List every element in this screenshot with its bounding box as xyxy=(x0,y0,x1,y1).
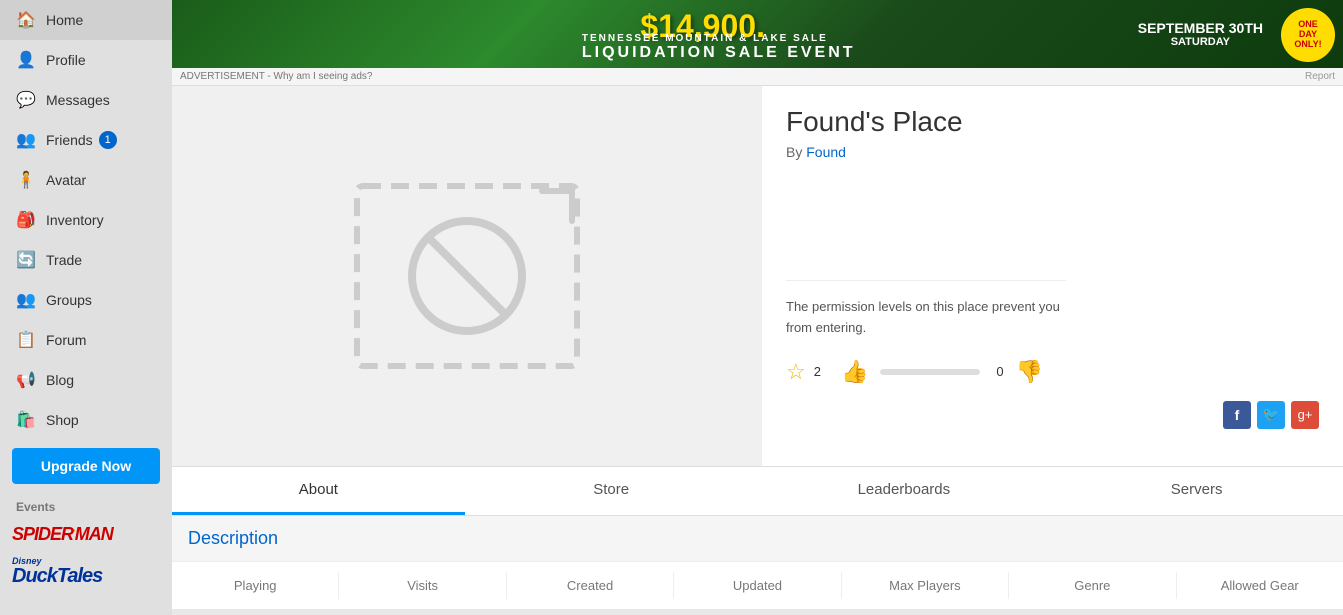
tab-store[interactable]: Store xyxy=(465,467,758,515)
place-by: By Found xyxy=(786,144,1319,160)
stat-created: Created xyxy=(507,572,674,599)
place-container: Found's Place By Found The permission le… xyxy=(172,86,1343,609)
star-icon: ☆ xyxy=(786,359,806,385)
ad-oneday-badge: ONE DAY ONLY! xyxy=(1281,8,1335,62)
social-icons: f 🐦 g+ xyxy=(786,401,1319,429)
thumb-down-count: 0 xyxy=(996,364,1003,379)
description-section: Description xyxy=(172,516,1343,561)
place-actions: ☆ 2 👍 0 👎 xyxy=(786,359,1319,385)
ad-report-button[interactable]: Report xyxy=(1305,71,1335,82)
place-image xyxy=(172,86,762,466)
sidebar-item-blog[interactable]: 📢 Blog xyxy=(0,360,172,400)
sidebar-item-trade[interactable]: 🔄 Trade xyxy=(0,240,172,280)
stat-visits: Visits xyxy=(339,572,506,599)
sidebar-item-forum[interactable]: 📋 Forum xyxy=(0,320,172,360)
ad-banner: $14,900. TENNESSEE MOUNTAIN & LAKE SALE … xyxy=(172,0,1343,68)
main-content: $14,900. TENNESSEE MOUNTAIN & LAKE SALE … xyxy=(172,0,1343,615)
stat-updated: Updated xyxy=(674,572,841,599)
stat-genre: Genre xyxy=(1009,572,1176,599)
ducktales-event[interactable]: Disney DuckTales xyxy=(0,551,172,592)
forum-icon: 📋 xyxy=(16,330,36,350)
messages-icon: 💬 xyxy=(16,90,36,110)
ad-sale-text: TENNESSEE MOUNTAIN & LAKE SALE LIQUIDATI… xyxy=(582,33,856,62)
sidebar: 🏠 Home 👤 Profile 💬 Messages 👥 Friends 1 … xyxy=(0,0,172,615)
tab-leaderboards[interactable]: Leaderboards xyxy=(758,467,1051,515)
stat-allowed-gear: Allowed Gear xyxy=(1177,572,1343,599)
friends-icon: 👥 xyxy=(16,130,36,150)
thumb-up-icon[interactable]: 👍 xyxy=(841,359,868,385)
thumb-down-icon[interactable]: 👎 xyxy=(1016,359,1043,385)
googleplus-share-button[interactable]: g+ xyxy=(1291,401,1319,429)
sidebar-item-inventory[interactable]: 🎒 Inventory xyxy=(0,200,172,240)
friends-badge: 1 xyxy=(99,131,117,149)
no-image-placeholder xyxy=(347,176,587,376)
vote-bar xyxy=(880,369,980,375)
star-count: 2 xyxy=(814,364,821,379)
sidebar-item-friends[interactable]: 👥 Friends 1 xyxy=(0,120,172,160)
sidebar-item-messages[interactable]: 💬 Messages xyxy=(0,80,172,120)
description-title: Description xyxy=(188,528,1327,549)
sidebar-item-groups[interactable]: 👥 Groups xyxy=(0,280,172,320)
ad-september: SEPTEMBER 30TH SATURDAY xyxy=(1138,20,1263,48)
sidebar-item-shop[interactable]: 🛍️ Shop xyxy=(0,400,172,440)
shop-icon: 🛍️ xyxy=(16,410,36,430)
tabs-bar: About Store Leaderboards Servers xyxy=(172,466,1343,516)
place-author-link[interactable]: Found xyxy=(806,144,846,160)
place-permission-text: The permission levels on this place prev… xyxy=(786,280,1066,339)
trade-icon: 🔄 xyxy=(16,250,36,270)
tab-servers[interactable]: Servers xyxy=(1050,467,1343,515)
facebook-share-button[interactable]: f xyxy=(1223,401,1251,429)
sidebar-item-home[interactable]: 🏠 Home xyxy=(0,0,172,40)
profile-icon: 👤 xyxy=(16,50,36,70)
sidebar-item-avatar[interactable]: 🧍 Avatar xyxy=(0,160,172,200)
blog-icon: 📢 xyxy=(16,370,36,390)
stat-max-players: Max Players xyxy=(842,572,1009,599)
home-icon: 🏠 xyxy=(16,10,36,30)
upgrade-now-button[interactable]: Upgrade Now xyxy=(12,448,160,484)
stats-row: Playing Visits Created Updated Max Playe… xyxy=(172,561,1343,609)
tab-about[interactable]: About xyxy=(172,467,465,515)
place-info: Found's Place By Found The permission le… xyxy=(762,86,1343,466)
stat-playing: Playing xyxy=(172,572,339,599)
ad-footer: ADVERTISEMENT - Why am I seeing ads? Rep… xyxy=(172,68,1343,86)
place-title: Found's Place xyxy=(786,106,1319,138)
events-label: Events xyxy=(0,492,172,518)
groups-icon: 👥 xyxy=(16,290,36,310)
ad-disclaimer: ADVERTISEMENT - Why am I seeing ads? xyxy=(180,71,372,82)
spiderman-event[interactable]: SPIDER·MAN xyxy=(0,518,172,551)
sidebar-item-profile[interactable]: 👤 Profile xyxy=(0,40,172,80)
place-top: Found's Place By Found The permission le… xyxy=(172,86,1343,466)
avatar-icon: 🧍 xyxy=(16,170,36,190)
twitter-share-button[interactable]: 🐦 xyxy=(1257,401,1285,429)
inventory-icon: 🎒 xyxy=(16,210,36,230)
